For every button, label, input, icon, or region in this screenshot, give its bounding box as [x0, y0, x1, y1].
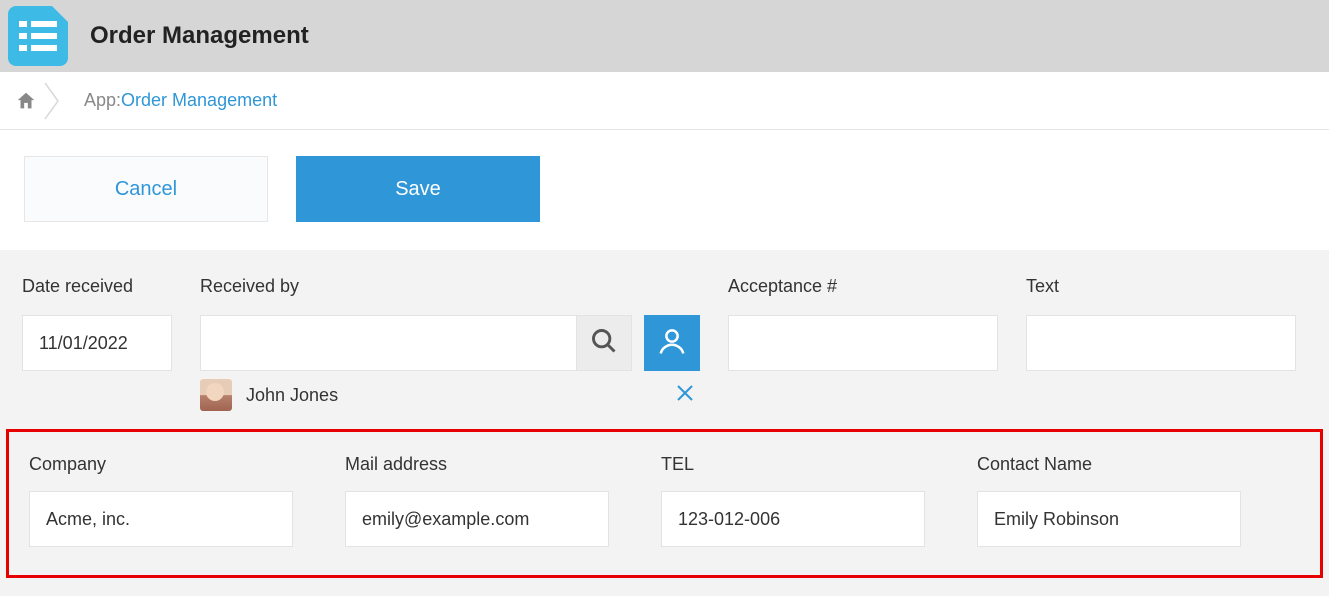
input-acceptance[interactable]	[728, 315, 998, 371]
selected-user-chip: John Jones	[200, 379, 700, 411]
label-received-by: Received by	[200, 276, 700, 297]
input-text[interactable]	[1026, 315, 1296, 371]
field-date-received: Date received	[22, 276, 172, 371]
field-contact: Contact Name	[977, 454, 1241, 547]
field-company: Company	[29, 454, 293, 547]
user-fill-button[interactable]	[644, 315, 700, 371]
field-text: Text	[1026, 276, 1296, 371]
search-icon	[590, 327, 618, 360]
input-company[interactable]	[29, 491, 293, 547]
breadcrumb: App: Order Management	[0, 72, 1329, 130]
user-icon	[657, 326, 687, 361]
avatar	[200, 379, 232, 411]
label-mail: Mail address	[345, 454, 609, 475]
breadcrumb-link[interactable]: Order Management	[121, 90, 277, 111]
search-button[interactable]	[576, 315, 632, 371]
highlight-box: Company Mail address TEL Contact Name	[6, 429, 1323, 578]
input-received-by[interactable]	[200, 315, 576, 371]
home-icon[interactable]	[14, 89, 38, 113]
input-date-received[interactable]	[22, 315, 172, 371]
field-acceptance: Acceptance #	[728, 276, 998, 371]
received-by-combo	[200, 315, 700, 371]
app-header: Order Management	[0, 0, 1329, 72]
cancel-button[interactable]: Cancel	[24, 156, 268, 222]
input-mail[interactable]	[345, 491, 609, 547]
label-company: Company	[29, 454, 293, 475]
chevron-right-icon	[44, 82, 62, 120]
field-mail: Mail address	[345, 454, 609, 547]
input-contact[interactable]	[977, 491, 1241, 547]
close-icon	[676, 382, 694, 407]
remove-user-button[interactable]	[670, 382, 700, 408]
selected-user-name: John Jones	[246, 385, 670, 406]
form-area: Date received Received by	[0, 250, 1329, 596]
label-date-received: Date received	[22, 276, 172, 297]
app-list-icon	[8, 6, 68, 66]
label-text: Text	[1026, 276, 1296, 297]
field-tel: TEL	[661, 454, 925, 547]
label-tel: TEL	[661, 454, 925, 475]
save-button[interactable]: Save	[296, 156, 540, 222]
action-bar: Cancel Save	[0, 130, 1329, 250]
label-contact: Contact Name	[977, 454, 1241, 475]
breadcrumb-prefix: App:	[84, 90, 121, 111]
field-received-by: Received by	[200, 276, 700, 411]
input-tel[interactable]	[661, 491, 925, 547]
page-title: Order Management	[90, 22, 309, 50]
label-acceptance: Acceptance #	[728, 276, 998, 297]
